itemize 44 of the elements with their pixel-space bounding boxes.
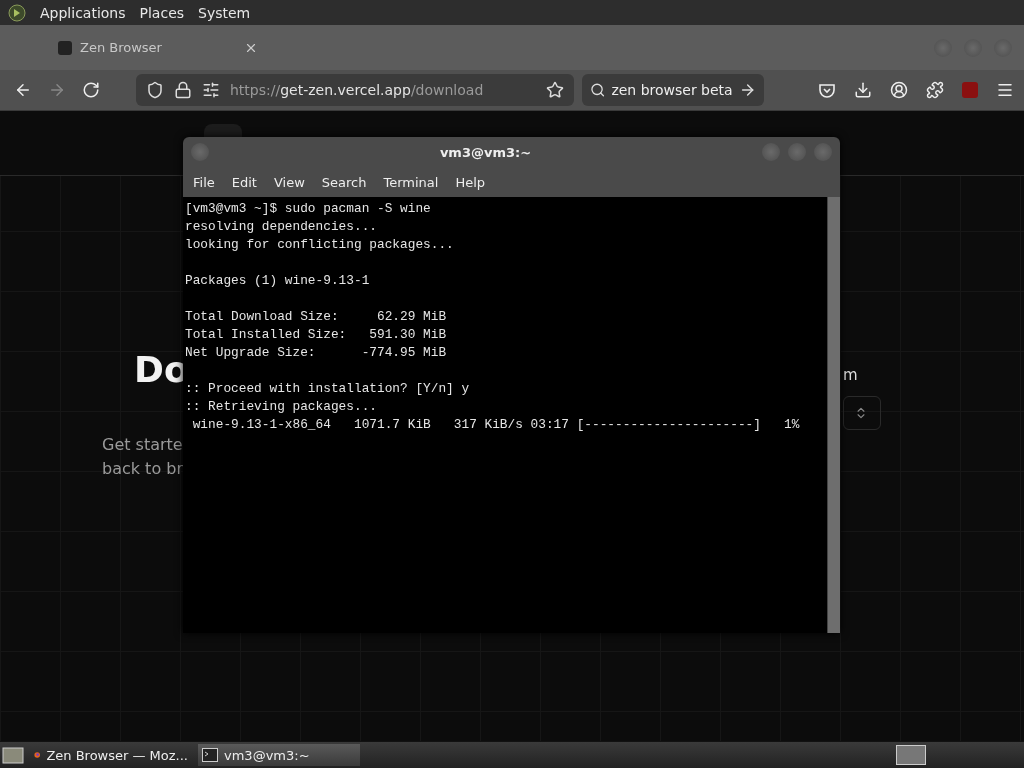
search-field[interactable]: zen browser beta bbox=[582, 74, 764, 106]
field-label: m bbox=[843, 366, 858, 384]
menu-item[interactable]: Edit bbox=[231, 174, 257, 190]
search-icon[interactable] bbox=[590, 82, 606, 98]
taskbar-item[interactable]: vm3@vm3:~ bbox=[198, 744, 360, 766]
taskbar-item[interactable]: Zen Browser — Moz... bbox=[30, 744, 192, 766]
shield-icon[interactable] bbox=[146, 81, 164, 99]
terminal-line: Packages (1) wine-9.13-1 bbox=[185, 272, 371, 290]
terminal-line: :: Retrieving packages... bbox=[185, 398, 378, 416]
terminal-line: :: Proceed with installation? [Y/n] y bbox=[185, 380, 471, 398]
url-field[interactable]: https://get-zen.vercel.app/download bbox=[136, 74, 574, 106]
select-field[interactable] bbox=[843, 396, 881, 430]
back-icon[interactable] bbox=[14, 81, 32, 99]
terminal-line: Total Download Size: 62.29 MiB bbox=[185, 308, 448, 326]
page-text: Get starte bbox=[102, 434, 183, 456]
menu-item[interactable]: Terminal bbox=[383, 174, 439, 190]
show-desktop-icon[interactable] bbox=[2, 745, 24, 765]
star-icon[interactable] bbox=[546, 81, 564, 99]
window-title: vm3@vm3:~ bbox=[438, 144, 533, 160]
distro-logo-icon[interactable] bbox=[8, 3, 26, 22]
lock-icon[interactable] bbox=[174, 81, 192, 99]
terminal-line: [vm3@vm3 ~]$ sudo pacman -S wine bbox=[185, 200, 432, 218]
panel-menu[interactable]: Places bbox=[139, 4, 185, 21]
page-text: back to br bbox=[102, 458, 183, 480]
menu-item[interactable]: View bbox=[273, 174, 305, 190]
pocket-icon[interactable] bbox=[818, 81, 836, 99]
scrollbar[interactable] bbox=[827, 197, 840, 633]
panel-menu[interactable]: System bbox=[198, 4, 251, 21]
menu-item[interactable]: Search bbox=[321, 174, 367, 190]
panel-menu[interactable]: Applications bbox=[40, 4, 126, 21]
terminal-line: wine-9.13-1-x86_64 1071.7 KiB 317 KiB/s 03:17 [----------------------] 1% bbox=[191, 416, 801, 434]
menu-item[interactable]: Help bbox=[455, 174, 486, 190]
terminal-line: resolving dependencies... bbox=[185, 218, 378, 236]
workspace-switcher[interactable] bbox=[896, 745, 926, 765]
menu-item[interactable]: File bbox=[193, 174, 215, 190]
download-icon[interactable] bbox=[854, 81, 872, 99]
terminal-icon bbox=[202, 748, 218, 762]
account-icon[interactable] bbox=[890, 81, 908, 99]
reload-icon[interactable] bbox=[82, 81, 100, 99]
puzzle-icon[interactable] bbox=[926, 81, 944, 99]
sliders-icon[interactable] bbox=[202, 81, 220, 99]
terminal-line: Total Installed Size: 591.30 MiB bbox=[185, 326, 448, 344]
zen-logo-icon bbox=[58, 40, 72, 55]
terminal-line: looking for conflicting packages... bbox=[185, 236, 455, 254]
